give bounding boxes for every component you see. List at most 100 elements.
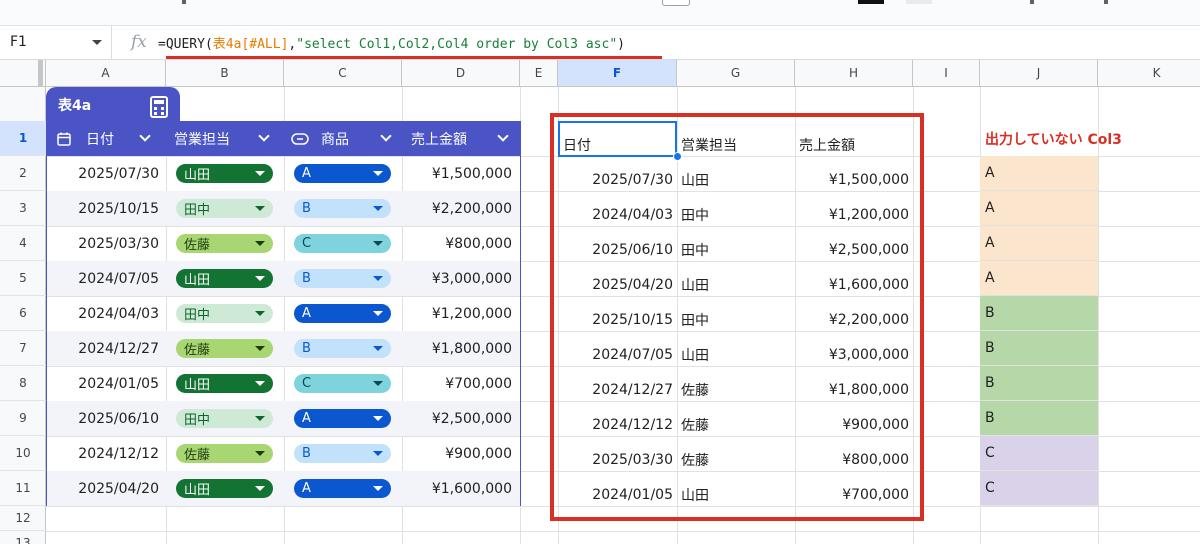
column-header-amount[interactable]: 売上金額 (411, 121, 511, 156)
date-cell[interactable]: 2025/07/30 (47, 156, 159, 191)
fill-color-swatch[interactable] (906, 0, 932, 4)
chevron-down-icon[interactable] (373, 486, 383, 491)
amount-cell[interactable]: ¥1,200,000 (402, 296, 512, 331)
row-header[interactable]: 10 (0, 436, 46, 471)
date-cell[interactable]: 2025/10/15 (47, 191, 159, 226)
col3-value-cell[interactable]: C (980, 471, 1098, 506)
col3-value-cell[interactable]: A (980, 226, 1098, 261)
col3-value-cell[interactable]: C (980, 436, 1098, 471)
product-dropdown-chip[interactable]: C (294, 234, 391, 253)
chevron-down-icon[interactable] (255, 171, 265, 176)
product-dropdown-chip[interactable]: A (294, 409, 391, 428)
date-cell[interactable]: 2025/03/30 (47, 226, 159, 261)
row-header[interactable]: 4 (0, 226, 46, 261)
toolbar-button[interactable] (662, 0, 690, 6)
chevron-down-icon[interactable] (92, 40, 102, 45)
chevron-down-icon[interactable] (373, 346, 383, 351)
rep-dropdown-chip[interactable]: 山田 (176, 164, 273, 183)
column-header[interactable]: B (166, 60, 284, 86)
product-dropdown-chip[interactable]: B (294, 269, 391, 288)
date-cell[interactable]: 2024/07/05 (47, 261, 159, 296)
chevron-down-icon[interactable] (373, 451, 383, 456)
amount-cell[interactable]: ¥3,000,000 (402, 261, 512, 296)
row-header[interactable]: 1 (0, 121, 46, 156)
row-header[interactable]: 13 (0, 531, 46, 544)
chevron-down-icon[interactable] (255, 276, 265, 281)
col3-value-cell[interactable]: B (980, 401, 1098, 436)
chevron-down-icon[interactable] (373, 311, 383, 316)
column-header[interactable]: A (46, 60, 166, 86)
select-all-corner[interactable] (0, 60, 46, 86)
amount-cell[interactable]: ¥1,600,000 (402, 471, 512, 506)
date-cell[interactable]: 2025/06/10 (47, 401, 159, 436)
row-header[interactable]: 5 (0, 261, 46, 296)
toolbar-icon[interactable] (1104, 0, 1108, 4)
text-color-swatch[interactable] (858, 0, 884, 4)
amount-cell[interactable]: ¥1,800,000 (402, 331, 512, 366)
chevron-down-icon[interactable] (255, 486, 265, 491)
chevron-down-icon[interactable] (255, 241, 265, 246)
name-box[interactable]: F1 (0, 26, 112, 59)
product-dropdown-chip[interactable]: A (294, 304, 391, 323)
column-header[interactable]: C (284, 60, 402, 86)
amount-cell[interactable]: ¥700,000 (402, 366, 512, 401)
col3-value-cell[interactable]: A (980, 261, 1098, 296)
rep-dropdown-chip[interactable]: 田中 (176, 304, 273, 323)
amount-cell[interactable]: ¥800,000 (402, 226, 512, 261)
column-header[interactable]: H (795, 60, 913, 86)
row-header[interactable]: 2 (0, 156, 46, 191)
rep-dropdown-chip[interactable]: 山田 (176, 479, 273, 498)
column-header[interactable]: I (913, 60, 980, 86)
product-dropdown-chip[interactable]: B (294, 339, 391, 358)
chevron-down-icon[interactable] (373, 381, 383, 386)
amount-cell[interactable]: ¥900,000 (402, 436, 512, 471)
chevron-down-icon[interactable] (255, 416, 265, 421)
col3-value-cell[interactable]: B (980, 296, 1098, 331)
column-header-rep[interactable]: 営業担当 (174, 121, 284, 156)
column-header[interactable]: E (520, 60, 558, 86)
rep-dropdown-chip[interactable]: 山田 (176, 374, 273, 393)
formula-input[interactable]: =QUERY(表4a[#ALL],"select Col1,Col2,Col4 … (158, 33, 625, 52)
product-dropdown-chip[interactable]: A (294, 479, 391, 498)
col3-value-cell[interactable]: B (980, 331, 1098, 366)
date-cell[interactable]: 2024/04/03 (47, 296, 159, 331)
col3-value-cell[interactable]: B (980, 366, 1098, 401)
chevron-down-icon[interactable] (373, 416, 383, 421)
product-dropdown-chip[interactable]: B (294, 444, 391, 463)
rep-dropdown-chip[interactable]: 佐藤 (176, 339, 273, 358)
col3-annotation-title[interactable]: 出力していない Col3 (985, 121, 1122, 156)
chevron-down-icon[interactable] (373, 171, 383, 176)
chevron-down-icon[interactable] (255, 346, 265, 351)
chevron-down-icon[interactable] (255, 381, 265, 386)
product-dropdown-chip[interactable]: A (294, 164, 391, 183)
rep-dropdown-chip[interactable]: 田中 (176, 409, 273, 428)
col3-value-cell[interactable]: A (980, 156, 1098, 191)
rep-dropdown-chip[interactable]: 山田 (176, 269, 273, 288)
calculator-icon[interactable] (144, 94, 174, 120)
column-header[interactable]: J (980, 60, 1098, 86)
date-cell[interactable]: 2024/12/27 (47, 331, 159, 366)
row-header[interactable]: 7 (0, 331, 46, 366)
chevron-down-icon[interactable] (255, 311, 265, 316)
toolbar-icon[interactable] (1030, 0, 1034, 4)
row-header[interactable]: 11 (0, 471, 46, 506)
row-header[interactable]: 3 (0, 191, 46, 226)
chevron-down-icon[interactable] (373, 241, 383, 246)
chevron-down-icon[interactable] (373, 206, 383, 211)
col3-value-cell[interactable]: A (980, 191, 1098, 226)
date-cell[interactable]: 2024/12/12 (47, 436, 159, 471)
product-dropdown-chip[interactable]: C (294, 374, 391, 393)
chevron-down-icon[interactable] (373, 276, 383, 281)
rep-dropdown-chip[interactable]: 佐藤 (176, 444, 273, 463)
row-header[interactable]: 9 (0, 401, 46, 436)
rep-dropdown-chip[interactable]: 佐藤 (176, 234, 273, 253)
row-header[interactable]: 12 (0, 506, 46, 531)
column-header[interactable]: D (402, 60, 520, 86)
chevron-down-icon[interactable] (255, 206, 265, 211)
toolbar-icon[interactable] (182, 0, 186, 4)
row-header[interactable]: 8 (0, 366, 46, 401)
table-name[interactable]: 表4a (58, 95, 91, 115)
name-box-value[interactable]: F1 (10, 34, 27, 50)
amount-cell[interactable]: ¥1,500,000 (402, 156, 512, 191)
date-cell[interactable]: 2024/01/05 (47, 366, 159, 401)
